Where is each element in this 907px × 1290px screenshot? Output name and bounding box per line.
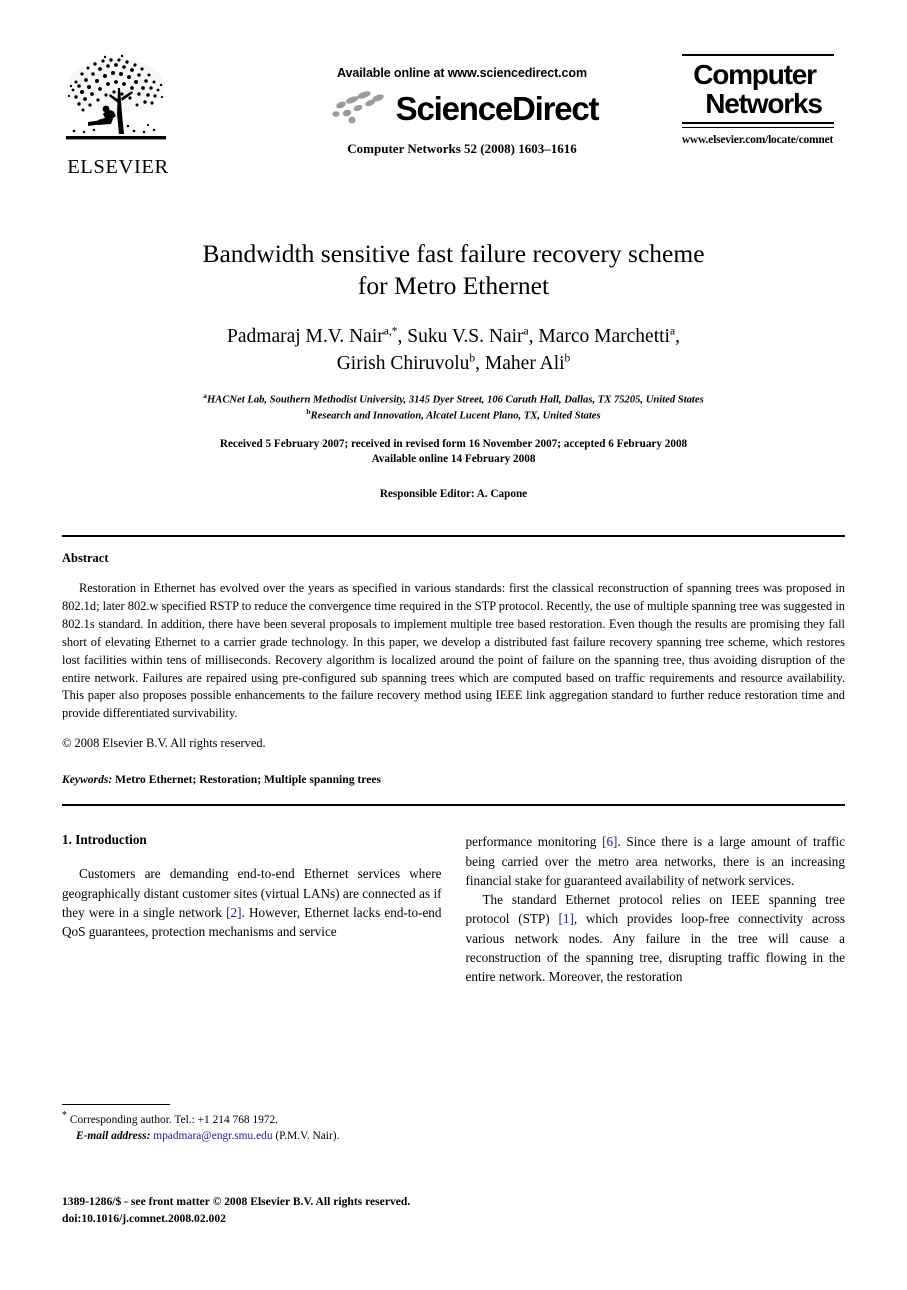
front-matter-line: 1389-1286/$ - see front matter © 2008 El… <box>62 1195 411 1209</box>
citation-link-1[interactable]: [1] <box>558 911 573 926</box>
journal-logo-rule-bottom-2 <box>681 127 834 129</box>
journal-citation: Computer Networks 52 (2008) 1603–1616 <box>347 141 577 156</box>
affiliation-item: aHACNet Lab, Southern Methodist Universi… <box>95 391 812 408</box>
abstract-heading: Abstract <box>62 551 109 566</box>
author-line-1: Padmaraj M.V. Naira,*, Suku V.S. Naira, … <box>227 325 680 348</box>
elsevier-tree-icon <box>66 54 166 140</box>
corresponding-author-text: Corresponding author. Tel.: +1 214 768 1… <box>69 1113 279 1126</box>
author-affil-marker: a <box>523 325 529 338</box>
right-par1-text-before: performance monitoring <box>465 834 603 850</box>
article-history: Received 5 February 2007; received in re… <box>95 437 812 467</box>
responsible-editor: Responsible Editor: A. Capone <box>379 488 528 501</box>
affiliation-list: aHACNet Lab, Southern Methodist Universi… <box>95 391 812 424</box>
author-name: Marco Marchetti <box>538 326 670 348</box>
doi-line: doi:10.1016/j.comnet.2008.02.002 <box>62 1212 226 1226</box>
available-online-text: Available online at www.sciencedirect.co… <box>337 66 587 80</box>
corresponding-author-note: * Corresponding author. Tel.: +1 214 768… <box>62 1109 444 1128</box>
footnote-rule <box>62 1104 170 1105</box>
author-name: Maher Ali <box>484 352 565 374</box>
abstract-body: Restoration in Ethernet has evolved over… <box>62 581 845 721</box>
author-name: Padmaraj M.V. Nair <box>227 326 384 348</box>
available-online-date: Available online 14 February 2008 <box>371 453 536 466</box>
page-title: Bandwidth sensitive fast failure recover… <box>95 238 812 302</box>
email-address-link[interactable]: mpadmara@engr.smu.edu <box>153 1130 272 1142</box>
sciencedirect-wordmark: ScienceDirect <box>395 89 600 127</box>
affiliation-item: bResearch and Innovation, Alcatel Lucent… <box>95 407 812 424</box>
affiliation-text: HACNet Lab, Southern Methodist Universit… <box>207 394 704 406</box>
citation-link-2[interactable]: [2] <box>226 905 241 920</box>
journal-logo: Computer Networks www.elsevier.com/locat… <box>670 54 845 146</box>
intro-paragraph-2: The standard Ethernet protocol relies on… <box>466 890 846 986</box>
copyright-line: © 2008 Elsevier B.V. All rights reserved… <box>62 736 266 751</box>
footnote-star-marker: * <box>62 1110 67 1121</box>
right-column: performance monitoring [6]. Since there … <box>466 832 846 986</box>
left-column: 1. Introduction Customers are demanding … <box>62 832 442 986</box>
journal-logo-rule-top <box>681 54 834 56</box>
abstract-rule-bottom <box>62 804 845 807</box>
section-heading-introduction: 1. Introduction <box>62 832 147 848</box>
sciencedirect-swoosh-icon <box>332 91 384 124</box>
author-affil-marker: a,* <box>383 325 398 338</box>
journal-url: www.elsevier.com/locate/comnet <box>681 134 834 147</box>
email-address-label: E-mail address: <box>76 1129 151 1142</box>
abstract-section: Abstract Restoration in Ethernet has evo… <box>62 551 845 786</box>
body-columns: 1. Introduction Customers are demanding … <box>62 832 845 986</box>
affiliation-text: Research and Innovation, Alcatel Lucent … <box>310 410 601 422</box>
author-list: Padmaraj M.V. Naira,*, Suku V.S. Naira, … <box>95 324 812 377</box>
keywords-label: Keywords: <box>62 773 113 787</box>
paper-title-line1: Bandwidth sensitive fast failure recover… <box>202 239 705 268</box>
page-footer: 1389-1286/$ - see front matter © 2008 El… <box>62 1194 662 1228</box>
title-block: Bandwidth sensitive fast failure recover… <box>95 238 812 500</box>
intro-paragraph-1: Customers are demanding end-to-end Ether… <box>62 864 442 941</box>
email-note: E-mail address: mpadmara@engr.smu.edu (P… <box>62 1128 444 1144</box>
journal-logo-line2: Networks <box>705 87 823 119</box>
journal-logo-rule-bottom-1 <box>681 122 834 125</box>
footnote-block: * Corresponding author. Tel.: +1 214 768… <box>62 1104 444 1144</box>
email-owner: (P.M.V. Nair). <box>275 1129 340 1142</box>
author-line-2: Girish Chiruvolub, Maher Alib <box>336 352 571 374</box>
keywords: Keywords: Metro Ethernet; Restoration; M… <box>62 773 845 786</box>
journal-logo-line1: Computer <box>693 59 817 90</box>
citation-link-6[interactable]: [6] <box>602 834 617 849</box>
intro-paragraph-1-cont: performance monitoring [6]. Since there … <box>466 832 846 890</box>
author-name: Girish Chiruvolu <box>336 352 470 374</box>
author-name: Suku V.S. Nair <box>407 326 524 348</box>
received-dates: Received 5 February 2007; received in re… <box>219 438 688 450</box>
paper-title-line2: for Metro Ethernet <box>357 271 550 301</box>
author-affil-marker: b <box>469 352 476 365</box>
sciencedirect-block: Available online at www.sciencedirect.co… <box>262 66 662 157</box>
abstract-rule-top <box>62 535 845 538</box>
author-affil-marker: a <box>669 325 676 338</box>
elsevier-wordmark: ELSEVIER <box>67 156 169 178</box>
author-affil-marker: b <box>564 352 571 365</box>
elsevier-publisher-logo: ELSEVIER <box>62 52 174 178</box>
journal-article-first-page: ELSEVIER Available online at www.science… <box>0 52 907 1290</box>
masthead: ELSEVIER Available online at www.science… <box>62 52 845 202</box>
keywords-values: Metro Ethernet; Restoration; Multiple sp… <box>115 773 382 787</box>
